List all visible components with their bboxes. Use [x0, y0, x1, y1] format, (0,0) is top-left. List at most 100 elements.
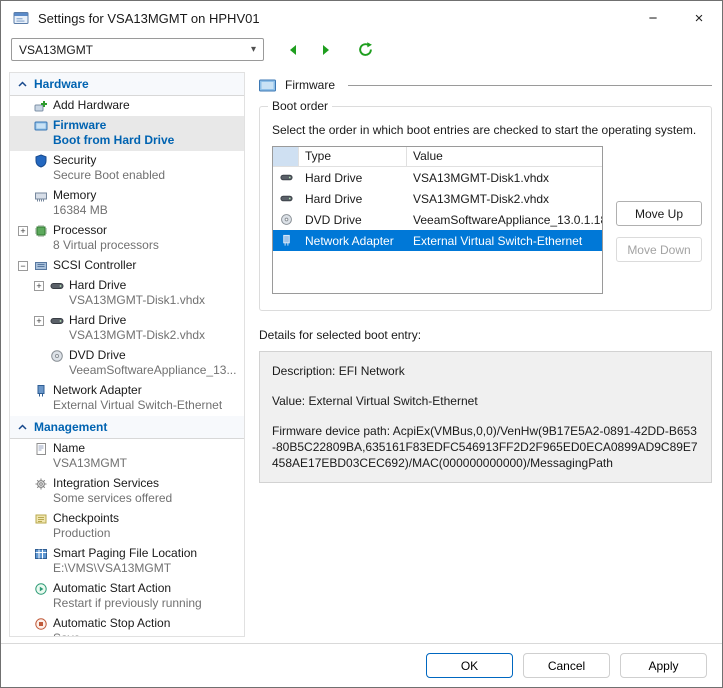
sidebar-item-scsi-controller[interactable]: − SCSI Controller	[10, 256, 244, 276]
sidebar-item-automatic-start-action[interactable]: Automatic Start ActionRestart if previou…	[10, 579, 244, 614]
sidebar-item-name[interactable]: NameVSA13MGMT	[10, 439, 244, 474]
integration-services-icon	[33, 477, 48, 491]
expander-icon[interactable]	[18, 619, 28, 629]
details-device-path: Firmware device path: AcpiEx(VMBus,0,0)/…	[272, 423, 699, 471]
chevron-down-icon: ▾	[251, 44, 256, 55]
boot-table-header: Type Value	[273, 147, 602, 167]
apply-button[interactable]: Apply	[620, 653, 707, 678]
sidebar-item-checkpoints[interactable]: CheckpointsProduction	[10, 509, 244, 544]
boot-entry-type: DVD Drive	[299, 213, 407, 227]
expander-icon[interactable]	[18, 121, 28, 131]
sidebar-item-subtitle: VeeamSoftwareAppliance_13...	[69, 363, 236, 378]
sidebar-item-subtitle: Secure Boot enabled	[53, 168, 165, 183]
forward-button[interactable]	[317, 41, 335, 59]
details-label: Details for selected boot entry:	[259, 328, 712, 342]
sidebar-item-hard-drive-2[interactable]: + Hard DriveVSA13MGMT-Disk2.vhdx	[10, 311, 244, 346]
boot-entry-row[interactable]: Hard Drive VSA13MGMT-Disk1.vhdx	[273, 167, 602, 188]
expander-icon[interactable]	[18, 386, 28, 396]
sidebar-item-subtitle: 8 Virtual processors	[53, 238, 159, 253]
close-button[interactable]: ×	[676, 1, 722, 35]
expander-icon[interactable]	[18, 191, 28, 201]
details-value: Value: External Virtual Switch-Ethernet	[272, 393, 699, 409]
sidebar-item-hard-drive-1[interactable]: + Hard DriveVSA13MGMT-Disk1.vhdx	[10, 276, 244, 311]
toolbar: VSA13MGMT ▾	[1, 35, 722, 70]
sidebar-item-dvd-drive[interactable]: DVD DriveVeeamSoftwareAppliance_13...	[10, 346, 244, 381]
navigation-controls	[284, 41, 374, 59]
close-icon: ×	[695, 10, 704, 27]
refresh-button[interactable]	[356, 41, 374, 59]
expander-icon[interactable]	[18, 584, 28, 594]
boot-entry-row[interactable]: DVD Drive VeeamSoftwareAppliance_13.0.1.…	[273, 209, 602, 230]
expander-icon[interactable]	[18, 444, 28, 454]
expander-icon[interactable]: −	[18, 261, 28, 271]
boot-entry-value: VSA13MGMT-Disk1.vhdx	[407, 171, 602, 185]
boot-order-group: Boot order Select the order in which boo…	[259, 106, 712, 311]
sidebar-item-add-hardware[interactable]: Add Hardware	[10, 96, 244, 116]
expander-icon[interactable]: +	[34, 316, 44, 326]
expander-icon[interactable]	[18, 514, 28, 524]
boot-table-value-header[interactable]: Value	[407, 147, 602, 166]
move-up-button[interactable]: Move Up	[616, 201, 702, 226]
hard-drive-icon	[273, 171, 299, 184]
hard-drive-icon	[273, 192, 299, 205]
expander-icon[interactable]	[18, 549, 28, 559]
forward-icon	[320, 44, 332, 56]
sidebar-item-integration-services[interactable]: Integration ServicesSome services offere…	[10, 474, 244, 509]
add-hardware-icon	[33, 99, 48, 113]
firmware-panel: Firmware Boot order Select the order in …	[259, 72, 712, 637]
expander-icon[interactable]	[34, 351, 44, 361]
sidebar-item-label: Network Adapter	[53, 383, 222, 398]
firmware-icon	[33, 119, 48, 133]
vm-selector-dropdown[interactable]: VSA13MGMT ▾	[11, 38, 264, 61]
auto-start-icon	[33, 582, 48, 596]
section-header-hardware[interactable]: Hardware	[10, 73, 244, 96]
sidebar-item-subtitle: VSA13MGMT-Disk1.vhdx	[69, 293, 205, 308]
settings-dialog: Settings for VSA13MGMT on HPHV01 − × VSA…	[0, 0, 723, 688]
back-button[interactable]	[284, 41, 302, 59]
sidebar-item-label: Hard Drive	[69, 278, 205, 293]
minimize-button[interactable]: −	[630, 1, 676, 35]
boot-entry-type: Hard Drive	[299, 192, 407, 206]
back-icon	[287, 44, 299, 56]
boot-order-table[interactable]: Type Value Hard Drive VSA13MGMT-Disk1.vh…	[272, 146, 603, 294]
expander-icon[interactable]: +	[18, 226, 28, 236]
sidebar-item-automatic-stop-action[interactable]: Automatic Stop ActionSave	[10, 614, 244, 637]
sidebar-item-label: Name	[53, 441, 127, 456]
sidebar-item-label: Integration Services	[53, 476, 172, 491]
sidebar-item-subtitle: External Virtual Switch-Ethernet	[53, 398, 222, 413]
sidebar-item-smart-paging-file-location[interactable]: Smart Paging File LocationE:\VMS\VSA13MG…	[10, 544, 244, 579]
boot-entry-row-selected[interactable]: Network Adapter External Virtual Switch-…	[273, 230, 602, 251]
cancel-button[interactable]: Cancel	[523, 653, 610, 678]
boot-table-type-header[interactable]: Type	[299, 147, 407, 166]
dvd-drive-icon	[273, 213, 299, 226]
boot-entry-value: VSA13MGMT-Disk2.vhdx	[407, 192, 602, 206]
sidebar-item-processor[interactable]: + Processor8 Virtual processors	[10, 221, 244, 256]
section-label: Hardware	[34, 77, 89, 91]
sidebar-item-network-adapter[interactable]: Network AdapterExternal Virtual Switch-E…	[10, 381, 244, 416]
sidebar-item-memory[interactable]: Memory16384 MB	[10, 186, 244, 221]
sidebar-item-security[interactable]: SecuritySecure Boot enabled	[10, 151, 244, 186]
sidebar-item-subtitle: 16384 MB	[53, 203, 108, 218]
expander-icon[interactable]: +	[34, 281, 44, 291]
sidebar-item-subtitle: Boot from Hard Drive	[53, 133, 174, 148]
expander-icon[interactable]	[18, 479, 28, 489]
firmware-icon	[259, 79, 276, 92]
move-down-button[interactable]: Move Down	[616, 237, 702, 262]
network-adapter-icon	[33, 384, 48, 398]
sidebar-item-firmware[interactable]: FirmwareBoot from Hard Drive	[10, 116, 244, 151]
expander-icon[interactable]	[18, 156, 28, 166]
vm-selector-value: VSA13MGMT	[19, 43, 93, 57]
dvd-drive-icon	[49, 349, 64, 363]
section-label: Management	[34, 420, 107, 434]
sidebar-item-label: Automatic Stop Action	[53, 616, 170, 631]
sidebar-item-label: Smart Paging File Location	[53, 546, 197, 561]
boot-order-description: Select the order in which boot entries a…	[272, 123, 699, 137]
section-header-management[interactable]: Management	[10, 416, 244, 439]
sidebar-item-label: SCSI Controller	[53, 258, 136, 273]
ok-button[interactable]: OK	[426, 653, 513, 678]
boot-entry-row[interactable]: Hard Drive VSA13MGMT-Disk2.vhdx	[273, 188, 602, 209]
sidebar-item-subtitle: E:\VMS\VSA13MGMT	[53, 561, 197, 576]
boot-order-group-label: Boot order	[268, 99, 332, 113]
expander-icon[interactable]	[18, 101, 28, 111]
collapse-chevron-icon	[18, 81, 27, 87]
